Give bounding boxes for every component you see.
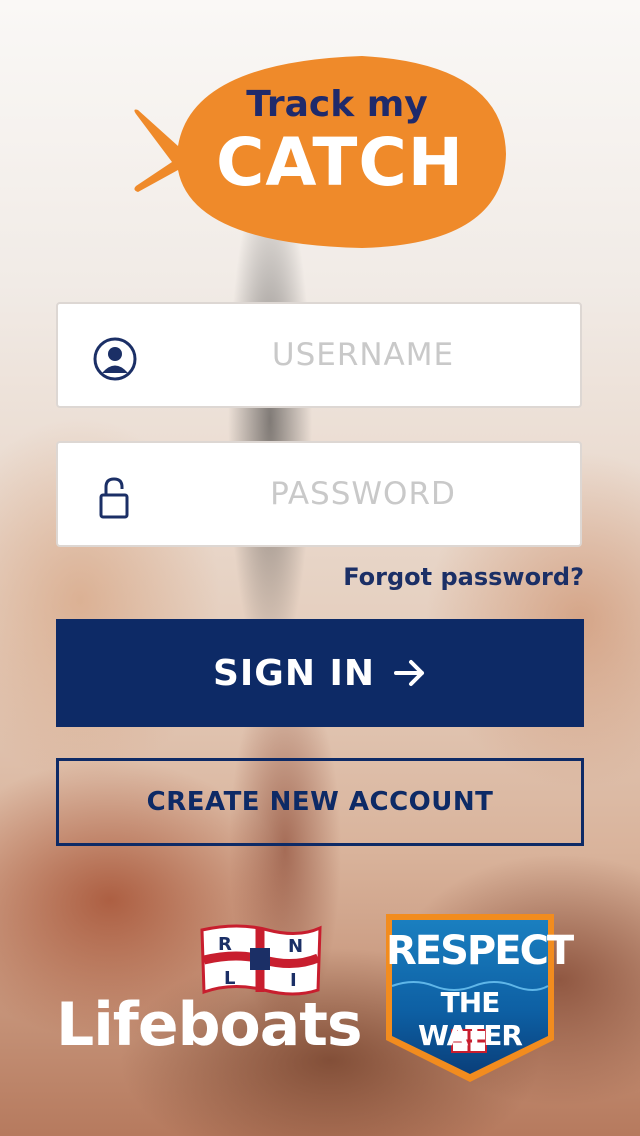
flag-letter-l: L — [224, 968, 235, 989]
flag-letter-r: R — [218, 934, 232, 955]
username-field[interactable] — [56, 302, 582, 408]
logo-line1: Track my — [246, 84, 428, 125]
create-account-button[interactable]: CREATE NEW ACCOUNT — [56, 758, 584, 846]
badge-line1: RESPECT — [386, 928, 574, 974]
sign-in-button[interactable]: SIGN IN — [56, 619, 584, 727]
unlock-icon — [99, 477, 129, 519]
password-field[interactable] — [56, 441, 582, 547]
user-icon — [93, 337, 137, 381]
rnli-flag-icon: R N L I — [200, 924, 322, 996]
arrow-right-icon — [394, 660, 425, 686]
sign-in-label: SIGN IN — [212, 652, 376, 694]
password-input[interactable] — [168, 443, 558, 545]
username-input[interactable] — [168, 304, 558, 406]
flag-letter-n: N — [288, 936, 303, 957]
logo-line2: CATCH — [215, 124, 465, 201]
forgot-password-link[interactable]: Forgot password? — [343, 563, 584, 591]
lifeboats-text: Lifeboats — [56, 990, 363, 1060]
flag-letter-i: I — [290, 970, 297, 991]
badge-line2: THE WATER — [418, 986, 523, 1052]
